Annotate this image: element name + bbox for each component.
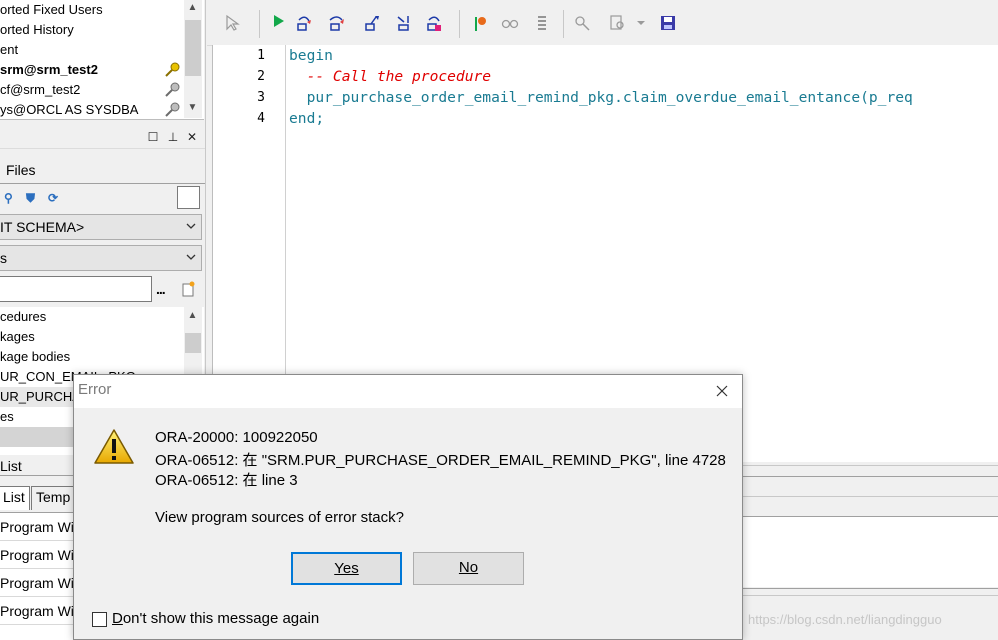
- error-message-line: ORA-06512: 在 "SRM.PUR_PURCHASE_ORDER_EMA…: [155, 452, 726, 469]
- key-icon: [165, 82, 180, 97]
- tab-files[interactable]: Files: [0, 160, 205, 184]
- divider: [742, 465, 998, 466]
- yes-button[interactable]: Yes: [291, 552, 402, 585]
- step-into-icon[interactable]: [295, 14, 313, 32]
- toggle-box[interactable]: [177, 186, 200, 209]
- code-line[interactable]: begin: [289, 47, 333, 64]
- call-stack-icon[interactable]: [533, 14, 551, 32]
- chevron-down-icon: [186, 254, 196, 260]
- tree-item[interactable]: cedures: [0, 307, 46, 327]
- connection-item[interactable]: orted Fixed Users: [0, 0, 103, 20]
- error-dialog: Error ORA-20000: 100922050 ORA-06512: 在 …: [73, 374, 743, 640]
- step-out-icon[interactable]: [363, 14, 381, 32]
- chevron-down-icon: [186, 223, 196, 229]
- code-line[interactable]: -- Call the procedure: [289, 68, 492, 85]
- watermark: https://blog.csdn.net/liangdingguo: [748, 612, 942, 627]
- watch-icon[interactable]: [501, 14, 519, 32]
- schema-select-value: IT SCHEMA>: [0, 219, 85, 235]
- tab-templates[interactable]: Temp: [31, 486, 77, 510]
- filter-icon[interactable]: ⛊: [26, 191, 40, 205]
- find-object-icon[interactable]: [609, 14, 627, 32]
- explain-plan-icon[interactable]: [573, 14, 591, 32]
- scroll-up-icon[interactable]: ▲: [184, 2, 201, 13]
- save-icon[interactable]: [659, 14, 677, 32]
- connection-item[interactable]: cf@srm_test2: [0, 80, 80, 100]
- connection-item[interactable]: ent: [0, 40, 18, 60]
- scroll-thumb[interactable]: [185, 333, 201, 353]
- close-icon[interactable]: [714, 383, 730, 399]
- warning-icon: [94, 429, 134, 464]
- list-tab-label: List: [0, 458, 22, 474]
- line-number: 1: [257, 48, 265, 63]
- dont-show-checkbox[interactable]: [92, 612, 107, 627]
- connection-item-active[interactable]: srm@srm_test2: [0, 60, 98, 80]
- dialog-title: Error: [78, 381, 112, 398]
- scroll-down-icon[interactable]: ▼: [184, 102, 201, 113]
- no-button[interactable]: No: [413, 552, 524, 585]
- dialog-question: View program sources of error stack?: [155, 509, 404, 526]
- dont-show-label[interactable]: Don't show this message again: [112, 610, 319, 627]
- new-file-icon[interactable]: [180, 281, 196, 297]
- key-icon: [165, 102, 180, 117]
- code-line[interactable]: end;: [289, 110, 324, 127]
- object-type-select-value: s: [0, 250, 7, 266]
- divider: [742, 595, 998, 596]
- dont-show-accelerator: D: [112, 610, 123, 627]
- tree-item[interactable]: kage bodies: [0, 347, 70, 367]
- toolbar-separator: [459, 10, 460, 38]
- toolbar-separator: [259, 10, 260, 38]
- find-icon[interactable]: ⚲: [4, 191, 18, 205]
- pin-icon[interactable]: ⊥: [166, 130, 180, 144]
- schema-select[interactable]: IT SCHEMA>: [0, 214, 202, 240]
- debug-cursor-icon[interactable]: [223, 14, 241, 32]
- connection-item[interactable]: ys@ORCL AS SYSDBA: [0, 100, 138, 119]
- filter-input[interactable]: [0, 276, 152, 302]
- toolbar-separator: [563, 10, 564, 38]
- divider: [742, 476, 998, 477]
- error-message-line: ORA-20000: 100922050: [155, 429, 318, 446]
- dont-show-text: on't show this message again: [122, 610, 320, 627]
- dialog-body: ORA-20000: 100922050 ORA-06512: 在 "SRM.P…: [74, 408, 742, 639]
- browser-toolbar: ⚲ ⛊ ⟳: [0, 186, 205, 212]
- ellipsis-button[interactable]: ...: [156, 281, 172, 297]
- toggle-breakpoint-icon[interactable]: [471, 14, 489, 32]
- editor-toolbar: [207, 0, 998, 46]
- run-to-exception-icon[interactable]: [425, 14, 443, 32]
- tab-files-label: Files: [6, 162, 36, 178]
- dropdown-arrow-icon[interactable]: [635, 14, 647, 32]
- tree-item[interactable]: es: [0, 407, 14, 427]
- maximize-icon[interactable]: ☐: [146, 130, 160, 144]
- close-icon[interactable]: ✕: [185, 130, 199, 144]
- line-number: 2: [257, 69, 265, 84]
- step-over-icon[interactable]: [327, 14, 345, 32]
- object-type-select[interactable]: s: [0, 245, 202, 271]
- run-icon[interactable]: [269, 12, 287, 30]
- line-number: 4: [257, 111, 265, 126]
- panel-header: ☐ ⊥ ✕: [0, 127, 205, 149]
- error-message-line: ORA-06512: 在 line 3: [155, 472, 298, 489]
- scroll-up-icon[interactable]: ▲: [184, 310, 201, 321]
- divider: [742, 496, 998, 497]
- code-line[interactable]: pur_purchase_order_email_remind_pkg.clai…: [289, 89, 913, 106]
- connection-item[interactable]: orted History: [0, 20, 74, 40]
- divider: [742, 588, 998, 589]
- tree-item[interactable]: kages: [0, 327, 35, 347]
- run-to-cursor-icon[interactable]: [395, 14, 413, 32]
- output-area[interactable]: [742, 517, 998, 587]
- scroll-thumb[interactable]: [185, 20, 201, 76]
- refresh-icon[interactable]: ⟳: [48, 191, 62, 205]
- line-number: 3: [257, 90, 265, 105]
- key-icon: [165, 62, 180, 77]
- connection-list: orted Fixed Users orted History ent srm@…: [0, 0, 204, 120]
- tab-list[interactable]: List: [0, 486, 30, 510]
- connection-scrollbar[interactable]: ▲ ▼: [184, 0, 202, 118]
